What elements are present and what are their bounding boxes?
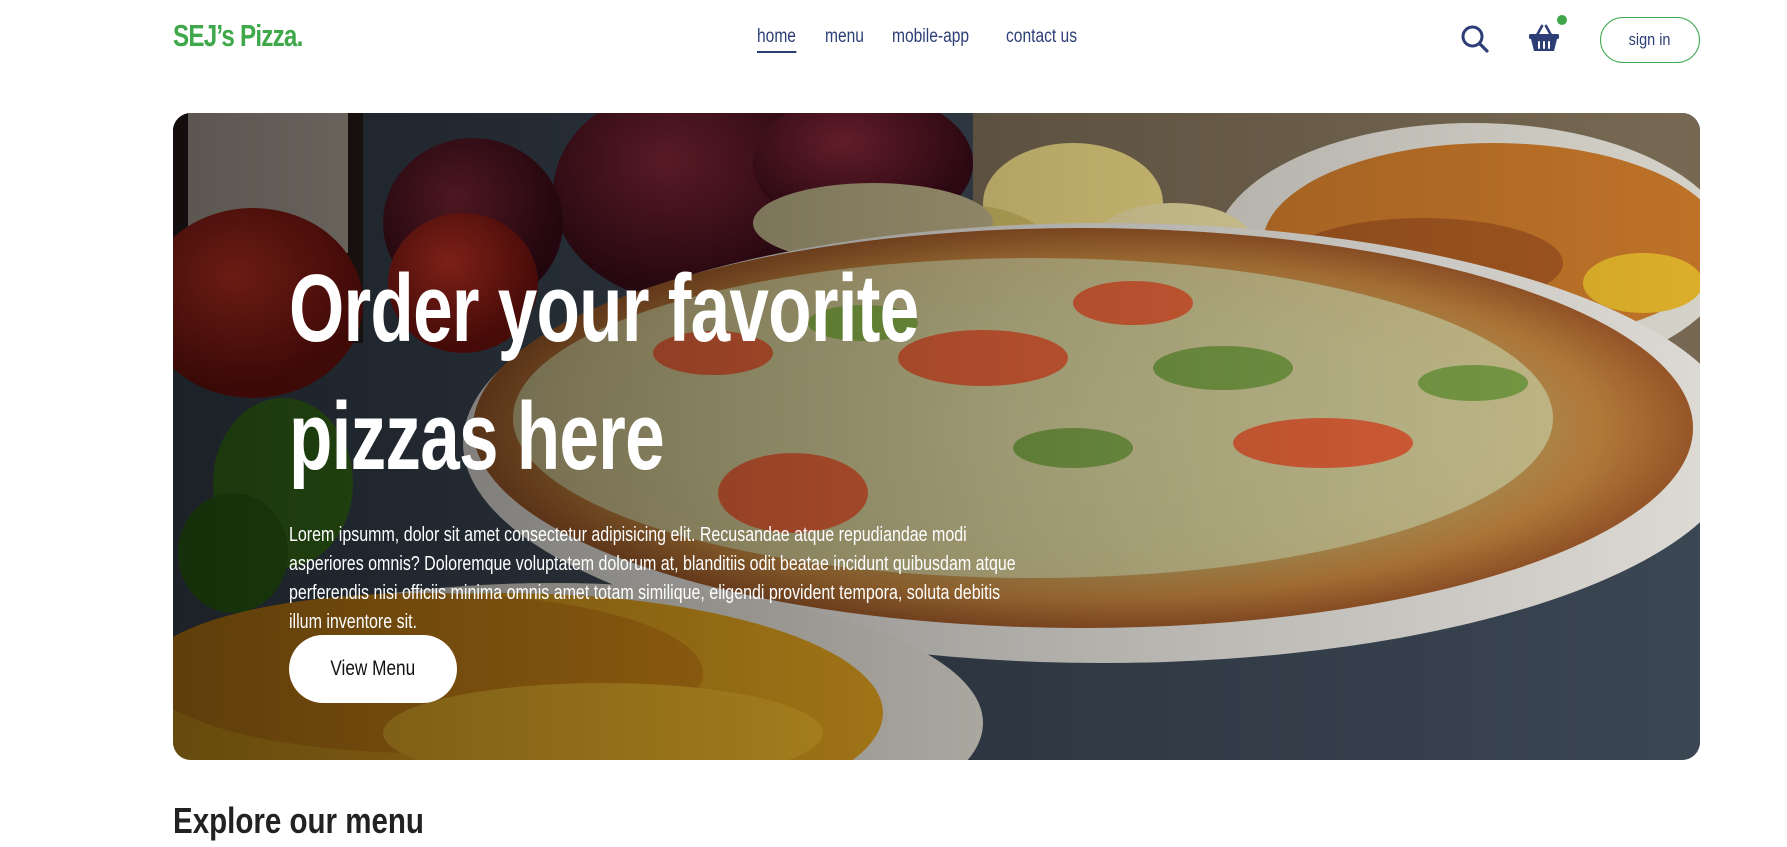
nav-link-mobile-app[interactable]: mobile-app: [892, 26, 969, 53]
nav-link-home[interactable]: home: [757, 26, 796, 53]
sign-in-label: sign in: [1629, 30, 1671, 49]
search-icon[interactable]: [1460, 24, 1490, 54]
hero-description-text: Lorem ipsumm, dolor sit amet consectetur…: [289, 524, 1016, 633]
view-menu-label: View Menu: [330, 657, 416, 680]
hero-banner: Order your favorite pizzas here Lorem ip…: [173, 113, 1700, 760]
nav-links: home menu mobile-app contact us: [757, 26, 1093, 53]
view-menu-button[interactable]: View Menu: [289, 635, 457, 703]
navbar: SEJ’s Pizza. home menu mobile-app contac…: [0, 0, 1787, 80]
basket-icon[interactable]: [1528, 23, 1560, 53]
sign-in-button[interactable]: sign in: [1600, 17, 1700, 63]
nav-link-menu[interactable]: menu: [825, 26, 864, 53]
hero-description: Lorem ipsumm, dolor sit amet consectetur…: [289, 521, 1033, 637]
logo[interactable]: SEJ’s Pizza.: [173, 18, 303, 54]
nav-link-contact-us[interactable]: contact us: [1006, 26, 1077, 53]
hero-title-line-2: pizzas here: [289, 383, 665, 490]
explore-menu-heading: Explore our menu: [173, 800, 424, 841]
hero-title-line-1: Order your favorite: [289, 255, 919, 362]
cart-indicator-dot: [1557, 15, 1567, 25]
hero-title: Order your favorite pizzas here: [289, 245, 955, 501]
